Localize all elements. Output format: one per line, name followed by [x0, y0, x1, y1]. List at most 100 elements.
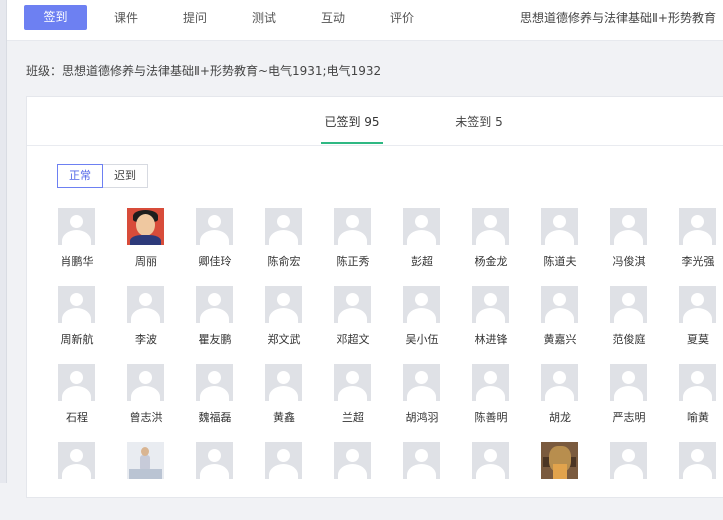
student-card[interactable]: 周新航 [49, 286, 118, 364]
student-name: 周新航 [60, 333, 94, 346]
student-card[interactable]: 兰超 [325, 364, 394, 442]
default-avatar-icon [403, 208, 440, 245]
student-card[interactable]: 胡鸿羽 [394, 364, 463, 442]
default-avatar-icon [472, 286, 509, 323]
student-name: 胡龙 [549, 411, 571, 424]
student-name: 魏福磊 [198, 411, 232, 424]
student-card[interactable]: 夏莫 [670, 286, 723, 364]
default-avatar-icon [610, 442, 647, 479]
nav-item-courseware[interactable]: 课件 [114, 0, 138, 40]
student-card[interactable]: 魏福磊 [187, 364, 256, 442]
attendance-tabs: 已签到 95 未签到 5 [27, 97, 723, 146]
nav-item-test[interactable]: 测试 [252, 0, 276, 40]
default-avatar-icon [265, 208, 302, 245]
student-card[interactable] [256, 442, 325, 520]
student-name: 郑文武 [267, 333, 301, 346]
student-card[interactable]: 冯俊淇 [601, 208, 670, 286]
student-card[interactable]: 石程 [49, 364, 118, 442]
student-photo-avatar [127, 208, 164, 245]
course-title-text: 思想道德修养与法律基础Ⅱ+形势教育 [520, 11, 716, 25]
class-info: 班级：思想道德修养与法律基础Ⅱ+形势教育~电气1931;电气1932 [26, 64, 382, 78]
tab-unsigned[interactable]: 未签到 5 [449, 97, 509, 145]
student-name: 卿佳玲 [198, 255, 232, 268]
left-rail [0, 0, 7, 483]
student-name: 胡鸿羽 [405, 411, 439, 424]
student-card[interactable]: 黄鑫 [256, 364, 325, 442]
student-card[interactable] [118, 442, 187, 520]
student-card[interactable]: 林进锋 [463, 286, 532, 364]
student-card[interactable]: 周丽 [118, 208, 187, 286]
default-avatar-icon [610, 364, 647, 401]
student-card[interactable]: 严志明 [601, 364, 670, 442]
student-card[interactable]: 喻黄 [670, 364, 723, 442]
student-photo-avatar [541, 442, 578, 479]
student-name: 瞿友鹏 [198, 333, 232, 346]
student-card[interactable]: 卿佳玲 [187, 208, 256, 286]
student-name: 石程 [66, 411, 88, 424]
default-avatar-icon [541, 208, 578, 245]
default-avatar-icon [679, 208, 716, 245]
student-name: 邓超文 [336, 333, 370, 346]
student-card[interactable]: 陈正秀 [325, 208, 394, 286]
student-name: 范俊庭 [612, 333, 646, 346]
student-card[interactable]: 范俊庭 [601, 286, 670, 364]
student-card[interactable]: 黄嘉兴 [532, 286, 601, 364]
nav-item-interaction[interactable]: 互动 [321, 0, 345, 40]
default-avatar-icon [58, 208, 95, 245]
nav-item-evaluation[interactable]: 评价 [390, 0, 414, 40]
default-avatar-icon [127, 286, 164, 323]
top-navigation: 签到 课件 提问 测试 互动 评价 思想道德修养与法律基础Ⅱ+形势教育 2( [7, 0, 723, 41]
student-card[interactable]: 杨金龙 [463, 208, 532, 286]
student-card[interactable] [325, 442, 394, 520]
student-card[interactable] [49, 442, 118, 520]
tab-signed[interactable]: 已签到 95 [321, 97, 383, 145]
student-card[interactable]: 陈道夫 [532, 208, 601, 286]
default-avatar-icon [610, 208, 647, 245]
student-card[interactable]: 胡龙 [532, 364, 601, 442]
student-name: 陈正秀 [336, 255, 370, 268]
student-card[interactable] [463, 442, 532, 520]
default-avatar-icon [403, 364, 440, 401]
default-avatar-icon [265, 364, 302, 401]
course-title: 思想道德修养与法律基础Ⅱ+形势教育 2( [520, 0, 723, 40]
nav-item-question[interactable]: 提问 [183, 0, 207, 40]
student-name: 彭超 [411, 255, 433, 268]
filter-normal-button[interactable]: 正常 [57, 164, 103, 188]
default-avatar-icon [610, 286, 647, 323]
student-card[interactable]: 李光强 [670, 208, 723, 286]
student-photo-avatar [127, 442, 164, 479]
student-card[interactable]: 肖鹏华 [49, 208, 118, 286]
student-card[interactable]: 瞿友鹏 [187, 286, 256, 364]
default-avatar-icon [58, 286, 95, 323]
student-card[interactable]: 郑文武 [256, 286, 325, 364]
default-avatar-icon [472, 442, 509, 479]
student-name: 黄嘉兴 [543, 333, 577, 346]
student-card[interactable]: 邓超文 [325, 286, 394, 364]
student-name: 兰超 [342, 411, 364, 424]
student-card[interactable] [394, 442, 463, 520]
student-name: 周丽 [135, 255, 157, 268]
student-name: 陈道夫 [543, 255, 577, 268]
nav-signin-button[interactable]: 签到 [24, 5, 87, 30]
active-tab-indicator [321, 142, 383, 144]
default-avatar-icon [403, 442, 440, 479]
student-card[interactable]: 陈俞宏 [256, 208, 325, 286]
default-avatar-icon [403, 286, 440, 323]
default-avatar-icon [334, 364, 371, 401]
student-card[interactable]: 陈善明 [463, 364, 532, 442]
student-card[interactable]: 吴小伍 [394, 286, 463, 364]
student-name: 严志明 [612, 411, 646, 424]
student-card[interactable] [532, 442, 601, 520]
student-card[interactable] [670, 442, 723, 520]
student-name: 杨金龙 [474, 255, 508, 268]
default-avatar-icon [541, 286, 578, 323]
student-card[interactable]: 曾志洪 [118, 364, 187, 442]
student-card[interactable]: 彭超 [394, 208, 463, 286]
student-name: 李光强 [681, 255, 715, 268]
default-avatar-icon [127, 364, 164, 401]
student-card[interactable]: 李波 [118, 286, 187, 364]
filter-late-button[interactable]: 迟到 [103, 164, 148, 188]
student-name: 肖鹏华 [60, 255, 94, 268]
student-card[interactable] [187, 442, 256, 520]
student-card[interactable] [601, 442, 670, 520]
